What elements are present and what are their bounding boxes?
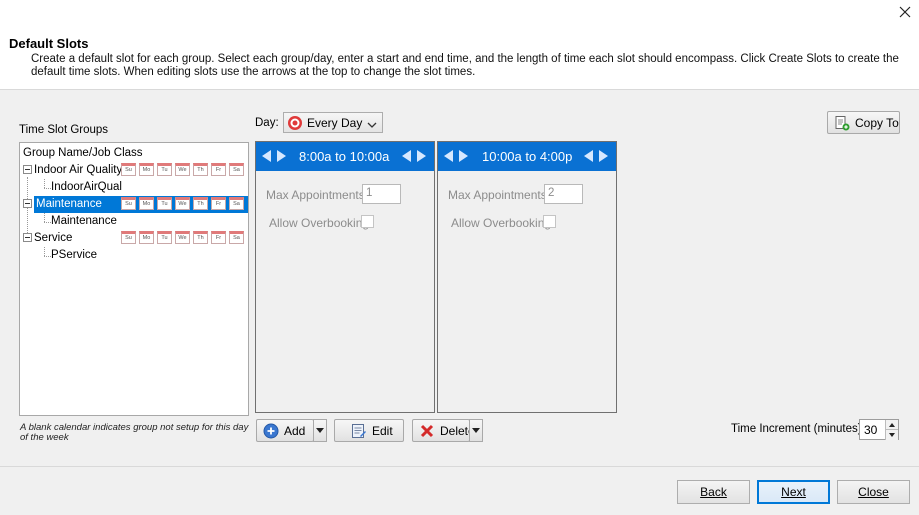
day-select-value: Every Day (307, 115, 363, 130)
day-calendar: Su Mo Tu We Th Fr Sa (121, 231, 244, 244)
arrow-left-icon[interactable] (402, 150, 411, 162)
collapse-icon[interactable] (23, 233, 32, 242)
copy-icon (834, 115, 850, 131)
day-select[interactable]: Every Day (283, 112, 383, 133)
day-label: Day: (255, 117, 279, 129)
calendar-day-icon: Sa (229, 197, 244, 210)
calendar-day-icon: Mo (139, 163, 154, 176)
caret-down-icon (316, 428, 324, 433)
delete-button[interactable]: Delete (412, 419, 475, 442)
allow-overbooking-label: Allow Overbooking (269, 216, 370, 230)
close-button[interactable]: Close (837, 480, 910, 504)
calendar-day-icon: Su (121, 231, 136, 244)
arrow-right-icon[interactable] (459, 150, 468, 162)
arrow-left-icon[interactable] (584, 150, 593, 162)
collapse-icon[interactable] (23, 165, 32, 174)
add-button[interactable]: Add (256, 419, 314, 442)
calendar-day-icon: Fr (211, 231, 226, 244)
time-slot-card[interactable]: 10:00a to 4:00p Max Appointments 2 Allow… (437, 141, 617, 413)
copy-to-button[interactable]: Copy To (827, 111, 900, 134)
day-calendar: Su Mo Tu We Th Fr Sa (121, 163, 244, 176)
tree-item-indoorairqual[interactable]: IndoorAirQual (20, 179, 248, 196)
calendar-day-icon: We (175, 231, 190, 244)
edit-icon (351, 423, 367, 439)
chevron-down-icon (367, 118, 377, 132)
tree-item-label: Service (34, 232, 73, 244)
calendar-day-icon: Th (193, 231, 208, 244)
arrow-right-icon[interactable] (599, 150, 608, 162)
group-tree[interactable]: Group Name/Job Class Indoor Air Quality … (19, 142, 249, 416)
time-increment-label: Time Increment (minutes) (731, 423, 862, 435)
slot-time: 8:00a to 10:00a (299, 149, 390, 164)
allow-overbooking-checkbox[interactable] (361, 215, 374, 228)
add-icon (263, 423, 279, 439)
copy-to-label: Copy To (855, 115, 899, 130)
tree-item-label: Indoor Air Quality (34, 164, 123, 176)
add-label: Add (284, 423, 306, 438)
arrow-left-icon[interactable] (262, 150, 271, 162)
tree-item-label: IndoorAirQual (51, 181, 122, 193)
tree-item-maintenance[interactable]: Maintenance Su Mo Tu We Th Fr Sa (20, 196, 248, 213)
calendar-day-icon: We (175, 197, 190, 210)
next-button[interactable]: Next (757, 480, 830, 504)
back-button[interactable]: Back (677, 480, 750, 504)
footer-divider (0, 466, 919, 467)
arrow-right-icon[interactable] (417, 150, 426, 162)
calendar-day-icon: Fr (211, 197, 226, 210)
slot-header: 8:00a to 10:00a (256, 142, 434, 171)
day-calendar: Su Mo Tu We Th Fr Sa (121, 197, 244, 210)
tree-item-maintenance-child[interactable]: Maintenance (20, 213, 248, 230)
slot-time: 10:00a to 4:00p (482, 149, 573, 164)
time-increment-value: 30 (864, 423, 878, 437)
increment-up-icon[interactable] (885, 420, 898, 430)
tree-column-header: Group Name/Job Class (23, 147, 143, 159)
calendar-day-icon: Mo (139, 231, 154, 244)
calendar-day-icon: Su (121, 163, 136, 176)
header-panel: Default Slots Create a default slot for … (0, 0, 919, 90)
calendar-day-icon: Tu (157, 163, 172, 176)
calendar-day-icon: Sa (229, 163, 244, 176)
time-slot-groups-label: Time Slot Groups (19, 124, 109, 136)
edit-label: Edit (372, 423, 393, 438)
tree-item-label: PService (51, 249, 98, 261)
arrow-right-icon[interactable] (277, 150, 286, 162)
slot-header: 10:00a to 4:00p (438, 142, 616, 171)
calendar-icon (287, 115, 303, 131)
tree-item-indoor-air-quality[interactable]: Indoor Air Quality Su Mo Tu We Th Fr Sa (20, 162, 248, 179)
tree-item-label: Maintenance (36, 198, 102, 210)
calendar-day-icon: Th (193, 163, 208, 176)
time-increment-stepper[interactable]: 30 (859, 419, 899, 440)
delete-icon (419, 423, 435, 439)
add-dropdown-button[interactable] (313, 419, 327, 442)
delete-dropdown-button[interactable] (469, 419, 483, 442)
calendar-day-icon: Su (121, 197, 136, 210)
page-title: Default Slots (9, 36, 89, 51)
page-description: Create a default slot for each group. Se… (31, 53, 899, 78)
calendar-day-icon: Tu (157, 231, 172, 244)
calendar-day-icon: Mo (139, 197, 154, 210)
close-icon[interactable] (895, 2, 915, 22)
calendar-day-icon: Sa (229, 231, 244, 244)
allow-overbooking-checkbox[interactable] (543, 215, 556, 228)
tree-item-service[interactable]: Service Su Mo Tu We Th Fr Sa (20, 230, 248, 247)
calendar-note: A blank calendar indicates group not set… (20, 422, 249, 443)
caret-down-icon (472, 428, 480, 433)
max-appointments-label: Max Appointments (448, 188, 547, 202)
max-appointments-input[interactable]: 1 (362, 184, 401, 204)
collapse-icon[interactable] (23, 199, 32, 208)
calendar-day-icon: Th (193, 197, 208, 210)
increment-down-icon[interactable] (885, 430, 898, 440)
arrow-left-icon[interactable] (444, 150, 453, 162)
tree-item-pservice[interactable]: PService (20, 247, 248, 264)
max-appointments-input[interactable]: 2 (544, 184, 583, 204)
calendar-day-icon: Tu (157, 197, 172, 210)
time-slot-card[interactable]: 8:00a to 10:00a Max Appointments 1 Allow… (255, 141, 435, 413)
max-appointments-label: Max Appointments (266, 188, 365, 202)
calendar-day-icon: Fr (211, 163, 226, 176)
allow-overbooking-label: Allow Overbooking (451, 216, 552, 230)
tree-item-label: Maintenance (51, 215, 117, 227)
edit-button[interactable]: Edit (334, 419, 404, 442)
calendar-day-icon: We (175, 163, 190, 176)
